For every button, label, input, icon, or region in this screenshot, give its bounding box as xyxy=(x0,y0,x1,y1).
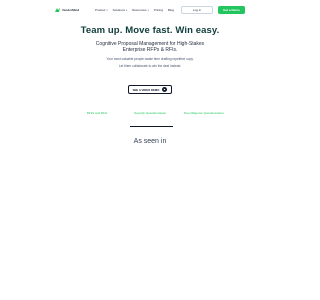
hero-description-line: Your most valuable people waste time dra… xyxy=(106,57,194,61)
hero-description-line: Let them collaborate to win the deal ins… xyxy=(118,64,182,68)
login-button[interactable]: Log in xyxy=(181,6,213,14)
menu-item-label: Resources xyxy=(132,8,147,12)
solution-tabs: RFPs and RFIs Security Questionnaires Du… xyxy=(0,111,300,127)
tab-due-diligence[interactable]: Due Diligence Questionnaires xyxy=(174,111,234,115)
chevron-down-icon: ▾ xyxy=(106,8,108,12)
play-icon xyxy=(162,87,168,92)
hero-subtitle-line: Enterprise RFPs & RFIs. xyxy=(122,47,178,53)
video-demo-button[interactable]: SEE A VIDEO DEMO xyxy=(128,85,172,94)
menu-item-label: Product xyxy=(95,8,106,12)
active-tab-indicator xyxy=(130,126,173,127)
hero-subtitle: Cognitive Proposal Management for High-S… xyxy=(0,41,300,53)
logo[interactable]: VendorMind xyxy=(55,8,79,12)
menu-item-product[interactable]: Product ▾ xyxy=(95,8,108,12)
menu-item-pricing[interactable]: Pricing xyxy=(154,8,163,12)
hero-title: Team up. Move fast. Win easy. xyxy=(80,25,220,36)
get-demo-button[interactable]: Get a Demo xyxy=(218,6,245,14)
menu-item-label: Solutions xyxy=(112,8,125,12)
logo-icon xyxy=(55,8,60,12)
menu-item-label: Pricing xyxy=(153,8,163,12)
tab-security[interactable]: Security Questionnaires xyxy=(120,111,180,115)
top-nav: VendorMind Product ▾ Solutions ▾ Resourc… xyxy=(0,5,300,17)
as-seen-in-heading: As seen in xyxy=(133,138,167,145)
video-demo-label: SEE A VIDEO DEMO xyxy=(132,87,160,92)
menu-item-label: Blog xyxy=(168,8,175,12)
menu-item-resources[interactable]: Resources ▾ xyxy=(132,8,149,12)
menu-item-blog[interactable]: Blog xyxy=(168,8,174,12)
tab-rfps[interactable]: RFPs and RFIs xyxy=(67,111,127,115)
logo-text: VendorMind xyxy=(62,8,80,12)
menu-item-solutions[interactable]: Solutions ▾ xyxy=(113,8,128,12)
chevron-down-icon: ▾ xyxy=(125,8,128,12)
main-menu: Product ▾ Solutions ▾ Resources ▾ Pricin… xyxy=(95,8,174,12)
chevron-down-icon: ▾ xyxy=(147,8,149,12)
